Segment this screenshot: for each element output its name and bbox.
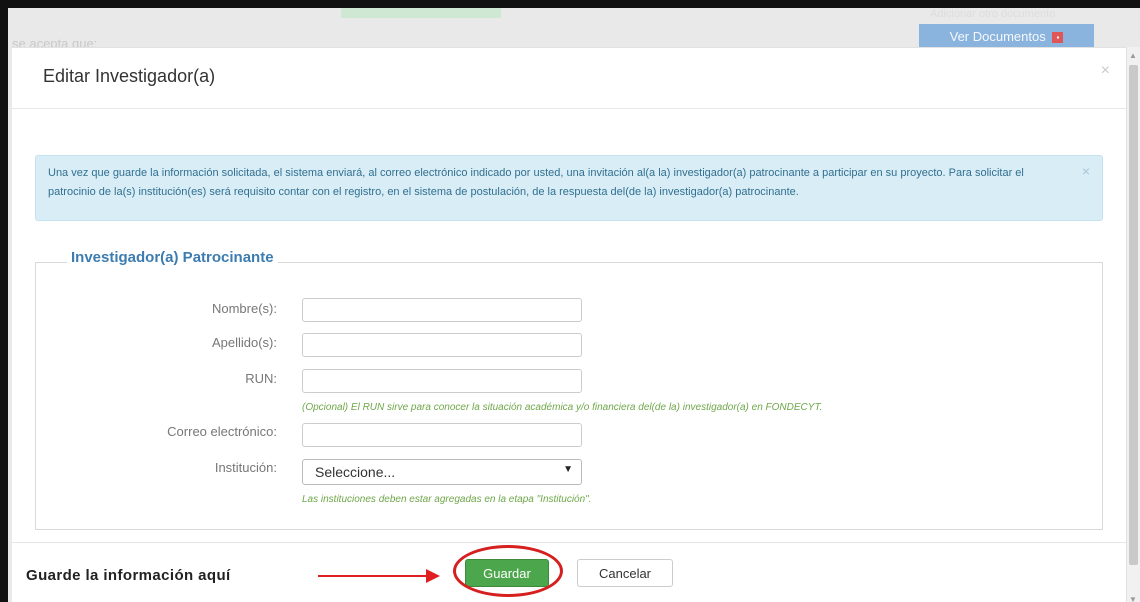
institucion-help-text: Las instituciones deben estar agregadas … <box>302 494 592 505</box>
cancel-button[interactable]: Cancelar <box>577 559 673 587</box>
scroll-down-icon[interactable]: ▼ <box>1129 595 1137 602</box>
save-hint-note: Guarde la información aquí <box>26 567 231 584</box>
run-input[interactable] <box>302 369 582 393</box>
correo-input[interactable] <box>302 423 582 447</box>
arrow-right-icon <box>318 575 430 577</box>
scrollbar[interactable]: ▲ ▼ <box>1126 47 1140 602</box>
scroll-thumb[interactable] <box>1129 65 1138 565</box>
highlight-circle <box>453 545 563 597</box>
info-alert-text: Una vez que guarde la información solici… <box>48 167 1024 198</box>
fieldset-legend: Investigador(a) Patrocinante <box>67 249 278 266</box>
nombre-label: Nombre(s): <box>211 301 277 316</box>
arrow-head <box>426 569 440 583</box>
modal-header-divider <box>12 108 1128 109</box>
modal-title: Editar Investigador(a) <box>43 66 216 86</box>
close-icon[interactable]: × <box>1101 62 1110 80</box>
modal-footer-divider <box>12 542 1128 543</box>
apellido-input[interactable] <box>302 333 582 357</box>
screenshot-frame: Adicionar otro documento se acepta que: … <box>0 0 1140 602</box>
ver-documentos-label: Ver Documentos <box>949 29 1046 44</box>
institucion-label: Institución: <box>214 460 277 475</box>
background-tab-highlight <box>341 8 501 18</box>
run-label: RUN: <box>245 371 277 386</box>
scroll-up-icon[interactable]: ▲ <box>1129 51 1137 60</box>
alert-close-icon[interactable]: × <box>1082 162 1090 181</box>
correo-label: Correo electrónico: <box>167 424 277 439</box>
institucion-select[interactable]: Seleccione... ▼ <box>302 459 582 485</box>
pdf-icon: ▪ <box>1052 32 1064 44</box>
institucion-selected: Seleccione... <box>315 464 396 480</box>
caret-down-icon: ▼ <box>563 464 573 475</box>
info-alert: Una vez que guarde la información solici… <box>35 155 1103 221</box>
background-faint-text: Adicionar otro documento <box>930 8 1056 20</box>
run-help-text: (Opcional) El RUN sirve para conocer la … <box>302 402 823 413</box>
apellido-label: Apellido(s): <box>211 335 277 350</box>
nombre-input[interactable] <box>302 298 582 322</box>
edit-researcher-modal: Editar Investigador(a) × Una vez que gua… <box>12 47 1128 602</box>
